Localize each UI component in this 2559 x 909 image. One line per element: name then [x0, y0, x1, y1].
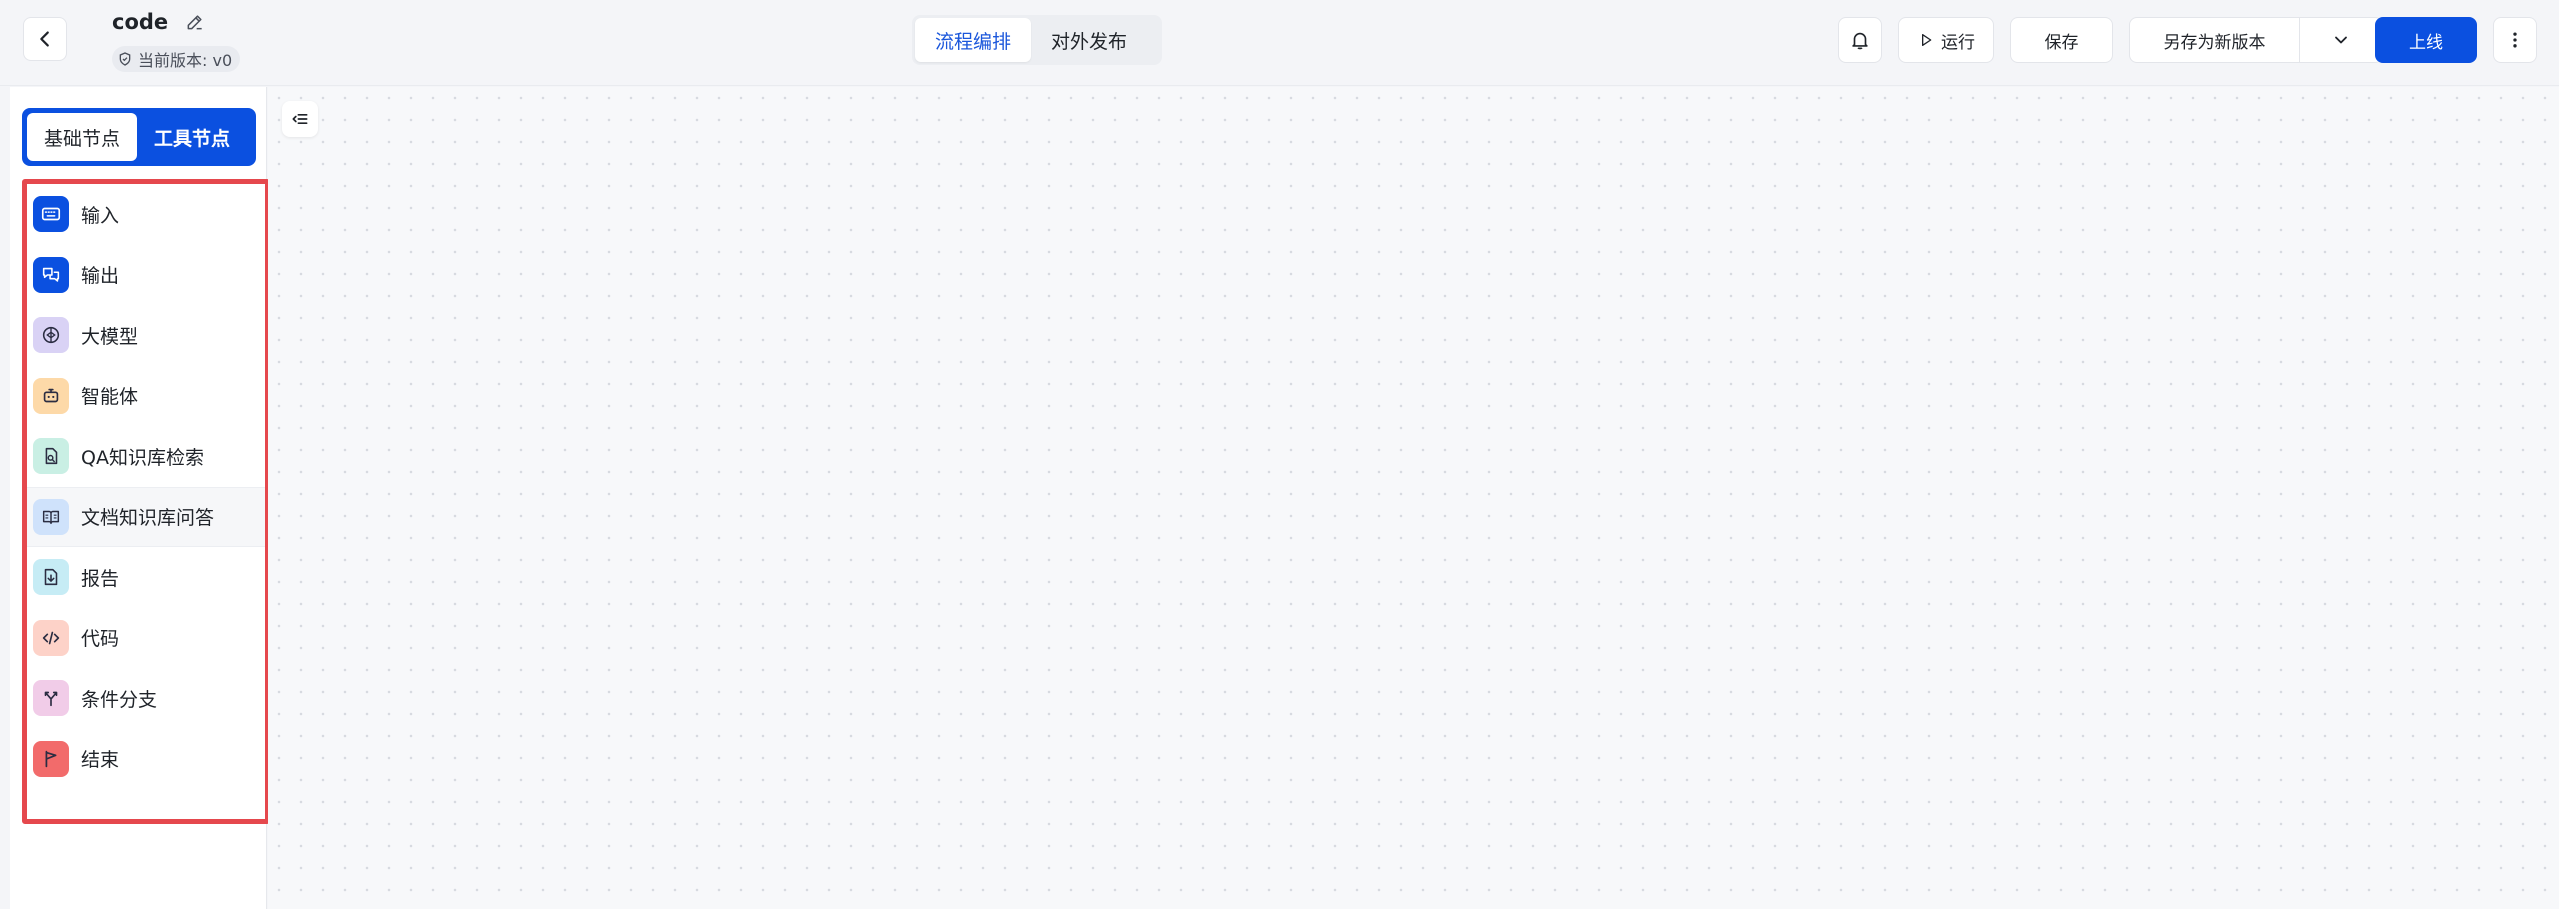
play-icon — [1917, 31, 1935, 49]
keyboard-icon — [33, 196, 69, 233]
bell-icon — [1852, 32, 1868, 50]
node-item-output[interactable]: 输出 — [27, 245, 265, 306]
toggle-sidebar-button[interactable] — [282, 101, 318, 137]
flow-canvas[interactable] — [268, 87, 2559, 909]
save-as-group: 另存为新版本 — [2129, 17, 2383, 63]
node-item-label: 结束 — [81, 749, 120, 772]
node-item-agent[interactable]: 智能体 — [27, 366, 265, 427]
tab-tool-nodes[interactable]: 工具节点 — [137, 113, 247, 161]
shield-check-icon — [116, 50, 134, 68]
more-vertical-icon — [2513, 32, 2517, 48]
back-button[interactable] — [23, 17, 67, 61]
app-title: code — [112, 10, 169, 34]
report-download-icon — [33, 559, 69, 596]
mode-tabs: 流程编排 对外发布 — [912, 15, 1162, 65]
publish-button[interactable]: 上线 — [2375, 17, 2477, 63]
node-item-label: 文档知识库问答 — [81, 507, 215, 530]
indent-decrease-icon — [292, 114, 308, 124]
more-menu-button[interactable] — [2493, 17, 2537, 63]
node-item-label: 条件分支 — [81, 688, 158, 711]
title-area: code 当前版本: v0 — [112, 8, 241, 72]
flag-icon — [33, 740, 69, 777]
node-item-code[interactable]: 代码 — [27, 608, 265, 669]
save-button[interactable]: 保存 — [2010, 17, 2113, 63]
node-item-condition-branch[interactable]: 条件分支 — [27, 668, 265, 729]
node-item-end[interactable]: 结束 — [27, 729, 265, 790]
node-item-label: 输入 — [81, 204, 120, 227]
node-item-doc-kb-qa[interactable]: 文档知识库问答 — [27, 486, 265, 547]
run-button[interactable]: 运行 — [1898, 17, 1994, 63]
chevron-down-icon — [2335, 36, 2347, 44]
node-sidebar: 基础节点 工具节点 输入 输出 大模型 智能体 QA知识库检索 文档知识库问答 … — [10, 87, 270, 909]
brain-icon — [33, 317, 69, 354]
tab-flow-orchestration[interactable]: 流程编排 — [915, 18, 1032, 62]
node-item-label: 报告 — [81, 567, 120, 590]
node-item-label: 智能体 — [81, 386, 139, 409]
chat-output-icon — [33, 256, 69, 293]
save-as-dropdown-button[interactable] — [2300, 18, 2382, 62]
node-item-label: 代码 — [81, 628, 120, 651]
node-item-qa-kb-search[interactable]: QA知识库检索 — [27, 426, 265, 487]
node-item-llm[interactable]: 大模型 — [27, 305, 265, 366]
notification-button[interactable] — [1838, 17, 1882, 63]
chevron-left-icon — [40, 31, 49, 47]
save-as-new-version-button[interactable]: 另存为新版本 — [2130, 18, 2300, 62]
node-item-report[interactable]: 报告 — [27, 547, 265, 608]
top-header: code 当前版本: v0 流程编排 对外发布 运行 保存 另存为新版本 上线 — [0, 0, 2559, 86]
tab-basic-nodes[interactable]: 基础节点 — [27, 113, 137, 161]
version-label: 当前版本: v0 — [138, 51, 233, 70]
run-label: 运行 — [1941, 32, 1975, 53]
node-list: 输入 输出 大模型 智能体 QA知识库检索 文档知识库问答 报告 代码 条件分支… — [22, 179, 270, 824]
doc-search-icon — [33, 438, 69, 475]
version-badge: 当前版本: v0 — [112, 46, 241, 72]
node-item-label: 大模型 — [81, 325, 139, 348]
edit-icon[interactable] — [184, 11, 206, 33]
node-item-label: 输出 — [81, 265, 120, 288]
robot-icon — [33, 377, 69, 414]
node-item-label: QA知识库检索 — [81, 446, 204, 469]
code-icon — [33, 619, 69, 656]
node-type-tabs: 基础节点 工具节点 — [22, 108, 256, 166]
tab-external-publish[interactable]: 对外发布 — [1031, 18, 1147, 62]
book-icon — [33, 498, 69, 535]
branch-icon — [33, 680, 69, 717]
node-item-input[interactable]: 输入 — [27, 184, 265, 245]
